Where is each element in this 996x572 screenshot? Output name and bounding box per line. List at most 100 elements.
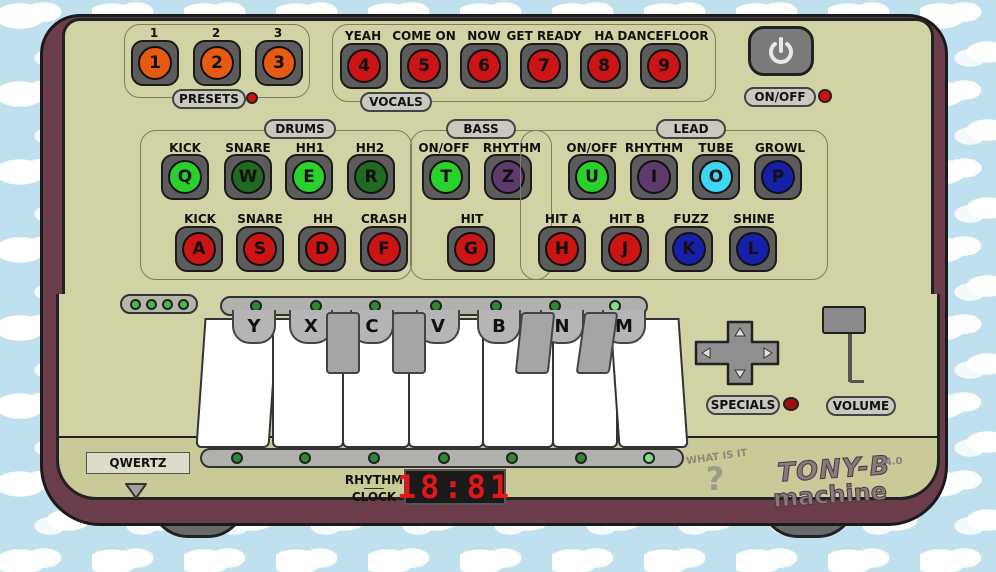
status-led: [145, 298, 157, 310]
preset-label-3: 3: [273, 26, 283, 40]
preset-button-3[interactable]: 3: [255, 40, 303, 86]
drum-label-kick-2: KICK: [184, 212, 216, 226]
lead-label-rhythm: RHYTHM: [624, 141, 684, 155]
specials-led: [783, 397, 799, 411]
dpad-icon[interactable]: [692, 320, 784, 386]
help-icon[interactable]: ?: [700, 460, 730, 498]
lead-key-cap: L: [736, 232, 770, 266]
lead-button-u[interactable]: U: [568, 154, 616, 200]
bass-label-on-off: ON/OFF: [418, 141, 470, 155]
lead-button-j[interactable]: J: [601, 226, 649, 272]
drum-label-hh2: HH2: [355, 141, 385, 155]
preset-key-cap: 3: [262, 46, 296, 80]
vocal-button-5[interactable]: 5: [400, 43, 448, 89]
drum-button-a[interactable]: A: [175, 226, 223, 272]
vocal-label-now: NOW: [467, 29, 501, 43]
lead-key-cap: P: [761, 160, 795, 194]
lead-button-i[interactable]: I: [630, 154, 678, 200]
lead-key-cap: K: [672, 232, 706, 266]
lead-label-hit-b: HIT B: [608, 212, 646, 226]
lead-tag: LEAD: [656, 119, 726, 139]
power-icon: [769, 37, 793, 64]
lead-key-cap: O: [699, 160, 733, 194]
vocal-button-8[interactable]: 8: [580, 43, 628, 89]
drum-button-r[interactable]: R: [347, 154, 395, 200]
preset-button-1[interactable]: 1: [131, 40, 179, 86]
volume-tag: VOLUME: [826, 396, 896, 416]
chevron-down-icon[interactable]: [124, 482, 148, 500]
drum-button-e[interactable]: E: [285, 154, 333, 200]
drum-button-d[interactable]: D: [298, 226, 346, 272]
drum-button-f[interactable]: F: [360, 226, 408, 272]
vocal-button-6[interactable]: 6: [460, 43, 508, 89]
preset-key-cap: 1: [138, 46, 172, 80]
drum-key-cap: S: [243, 232, 277, 266]
key-led: [438, 452, 450, 464]
drum-button-w[interactable]: W: [224, 154, 272, 200]
power-led: [818, 89, 832, 103]
lead-label-on-off: ON/OFF: [566, 141, 618, 155]
vocal-label-yeah: YEAH: [344, 29, 382, 43]
drum-key-cap: W: [231, 160, 265, 194]
lead-button-k[interactable]: K: [665, 226, 713, 272]
lead-button-l[interactable]: L: [729, 226, 777, 272]
key-led: [643, 452, 655, 464]
drum-key-cap: F: [367, 232, 401, 266]
specials-tag: SPECIALS: [706, 395, 780, 415]
volume-knob[interactable]: [822, 306, 866, 334]
vocal-key-cap: 6: [467, 49, 501, 83]
vocal-button-7[interactable]: 7: [520, 43, 568, 89]
vocal-key-cap: 5: [407, 49, 441, 83]
vocal-button-4[interactable]: 4: [340, 43, 388, 89]
logo: TONY-B 4.0 machine: [768, 447, 922, 513]
lead-key-cap: I: [637, 160, 671, 194]
drum-key-cap: R: [354, 160, 388, 194]
lead-key-cap: U: [575, 160, 609, 194]
layout-select[interactable]: QWERTZ: [86, 452, 190, 474]
vocal-label-dancefloor: DANCEFLOOR: [617, 29, 709, 43]
preset-button-2[interactable]: 2: [193, 40, 241, 86]
key-led: [368, 452, 380, 464]
vocals-tag: VOCALS: [360, 92, 432, 112]
power-tag: ON/OFF: [744, 87, 816, 107]
lead-label-growl: GROWL: [754, 141, 806, 155]
vocal-label-get-ready: GET READY: [506, 29, 582, 43]
vocal-key-cap: 8: [587, 49, 621, 83]
status-led: [129, 298, 141, 310]
bass-label-hit: HIT: [460, 212, 484, 226]
drum-label-snare-2: SNARE: [237, 212, 283, 226]
piano-key-black[interactable]: [392, 312, 426, 374]
status-led: [177, 298, 189, 310]
clock-display: 18:81: [397, 469, 509, 505]
drum-label-hh1: HH1: [295, 141, 325, 155]
status-led-strip: [120, 294, 198, 314]
piano-key-black[interactable]: [514, 312, 556, 374]
drum-label-hh: HH: [312, 212, 334, 226]
key-tab-b[interactable]: B: [477, 310, 521, 344]
lead-label-tube: TUBE: [698, 141, 734, 155]
lead-button-h[interactable]: H: [538, 226, 586, 272]
key-led: [506, 452, 518, 464]
bass-key-cap: G: [454, 232, 488, 266]
drum-button-s[interactable]: S: [236, 226, 284, 272]
piano-key-black[interactable]: [326, 312, 360, 374]
drum-key-cap: D: [305, 232, 339, 266]
vocal-key-cap: 7: [527, 49, 561, 83]
drum-key-cap: E: [292, 160, 326, 194]
lead-button-o[interactable]: O: [692, 154, 740, 200]
drum-button-q[interactable]: Q: [161, 154, 209, 200]
vocal-button-9[interactable]: 9: [640, 43, 688, 89]
vocal-label-come-on: COME ON: [392, 29, 456, 43]
bass-button-t[interactable]: T: [422, 154, 470, 200]
power-button[interactable]: [748, 26, 814, 76]
key-tab-y[interactable]: Y: [232, 310, 276, 344]
bass-tag: BASS: [446, 119, 516, 139]
lead-button-p[interactable]: P: [754, 154, 802, 200]
vocal-key-cap: 4: [347, 49, 381, 83]
bass-button-g[interactable]: G: [447, 226, 495, 272]
volume-track: [848, 334, 852, 382]
bass-key-cap: T: [429, 160, 463, 194]
key-led: [299, 452, 311, 464]
logo-version: 4.0: [884, 455, 903, 469]
presets-led: [246, 92, 258, 104]
